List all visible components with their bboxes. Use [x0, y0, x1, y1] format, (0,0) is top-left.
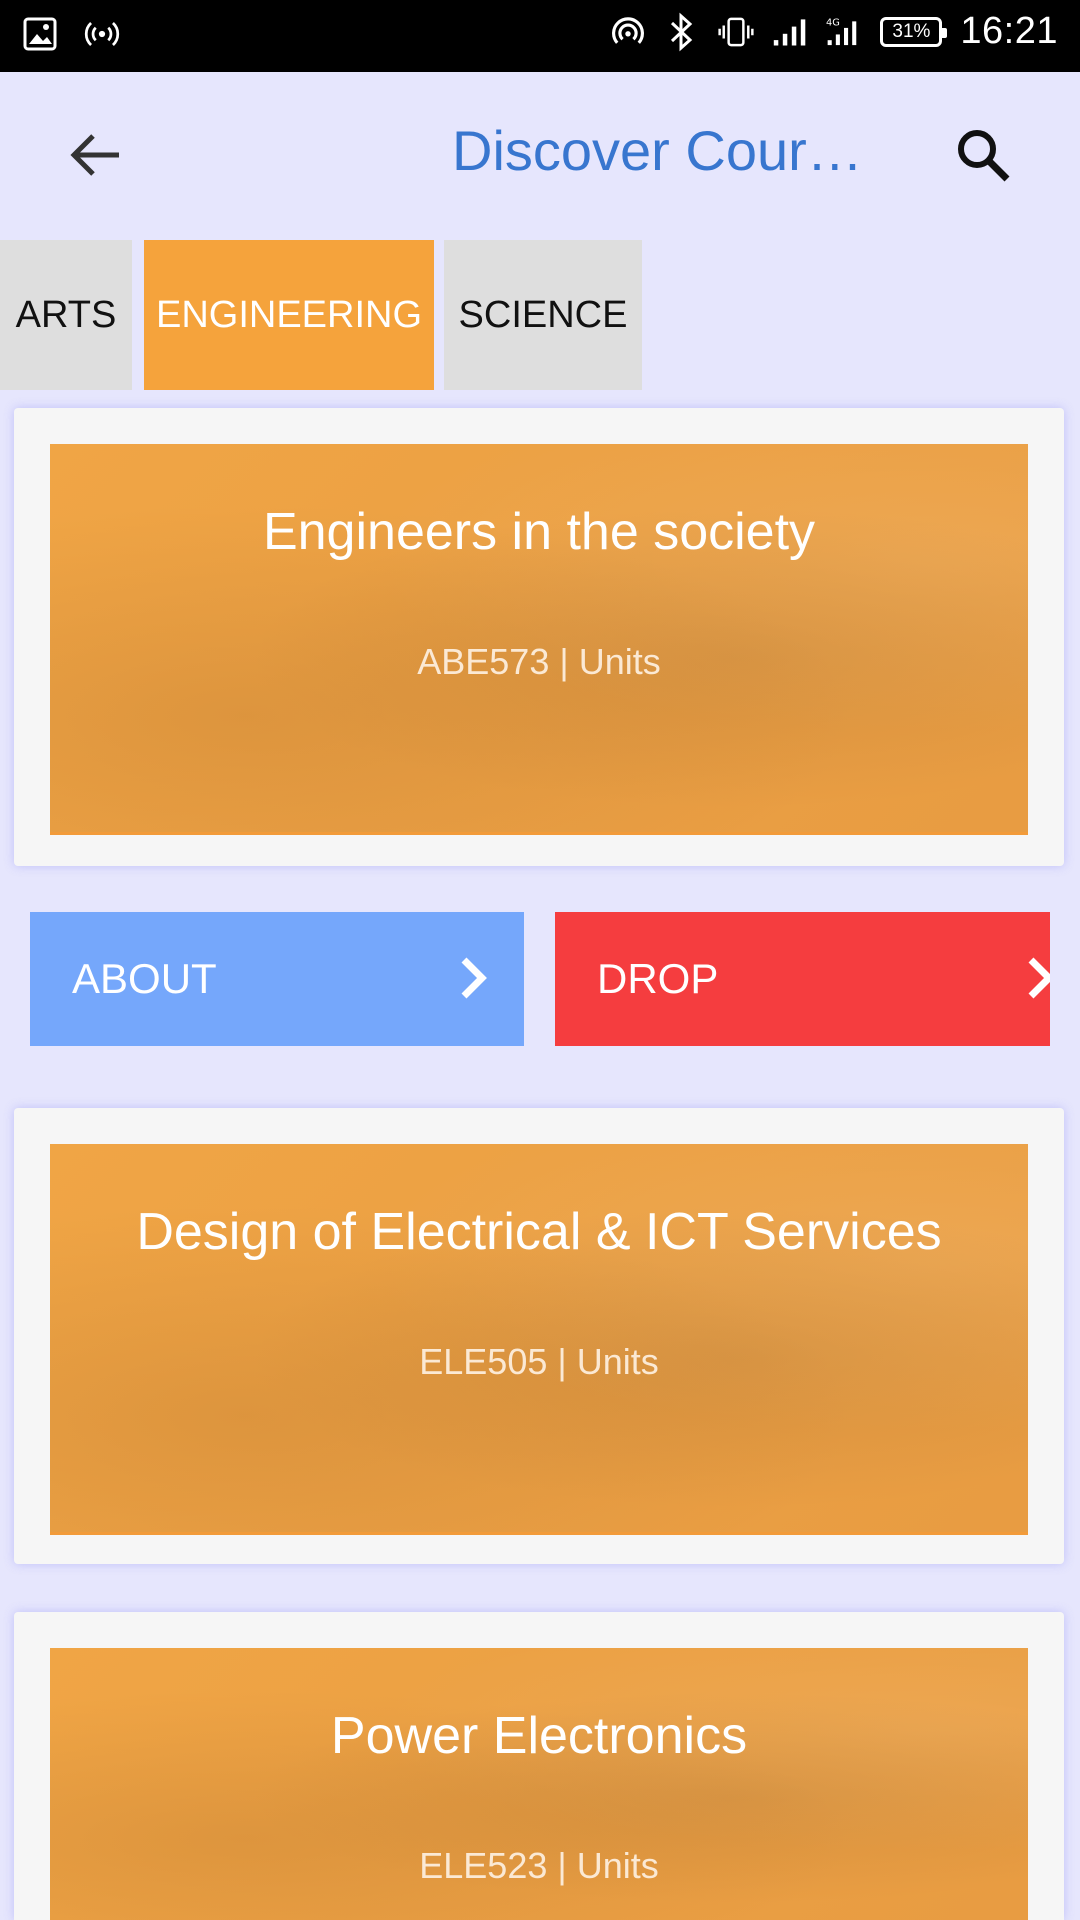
- tab-arts[interactable]: ARTS: [0, 240, 132, 390]
- course-title: Power Electronics: [330, 1707, 748, 1765]
- course-title: Design of Electrical & ICT Services: [136, 1203, 942, 1261]
- course-code-units: ABE573 | Units: [417, 641, 661, 682]
- app-bar: Discover Cour…: [0, 72, 1080, 240]
- course-banner: Engineers in the society ABE573 | Units: [50, 444, 1028, 835]
- tab-label: ENGINEERING: [155, 293, 423, 336]
- course-card[interactable]: Design of Electrical & ICT Services ELE5…: [14, 1108, 1064, 1564]
- battery-level: 31%: [892, 20, 931, 42]
- status-bar: 4G 31% 16:21: [0, 0, 1080, 72]
- drop-label: DROP: [597, 955, 719, 1002]
- course-code-units: ELE505 | Units: [419, 1341, 659, 1382]
- nfc-icon: [610, 12, 646, 52]
- hotspot-icon: [84, 14, 120, 54]
- search-button[interactable]: [948, 122, 1018, 192]
- chevron-right-icon: [1025, 954, 1054, 1012]
- svg-text:4G: 4G: [826, 17, 840, 28]
- signal-4g-icon: 4G: [826, 12, 862, 52]
- back-button[interactable]: [60, 122, 130, 192]
- course-banner: Power Electronics ELE523 | Units: [50, 1648, 1028, 1920]
- battery-icon: 31%: [880, 16, 948, 47]
- drop-button[interactable]: DROP: [555, 912, 1054, 1046]
- clock: 16:21: [960, 10, 1058, 52]
- chevron-right-icon: [458, 954, 490, 1012]
- tab-label: ARTS: [15, 293, 117, 336]
- page-title: Discover Cour…: [452, 119, 863, 182]
- course-title: Engineers in the society: [262, 503, 816, 561]
- course-code-units: ELE523 | Units: [419, 1845, 659, 1886]
- image-icon: [22, 14, 58, 54]
- course-banner: Design of Electrical & ICT Services ELE5…: [50, 1144, 1028, 1535]
- about-button[interactable]: ABOUT: [30, 912, 524, 1046]
- arrow-back-icon: [67, 131, 123, 184]
- signal-icon: [772, 12, 808, 52]
- tab-science[interactable]: SCIENCE: [444, 240, 642, 390]
- course-card[interactable]: Engineers in the society ABE573 | Units: [14, 408, 1064, 866]
- tab-engineering[interactable]: ENGINEERING: [144, 240, 434, 390]
- vibrate-icon: [718, 12, 754, 52]
- tab-label: SCIENCE: [458, 293, 628, 336]
- about-label: ABOUT: [72, 955, 217, 1002]
- bluetooth-icon: [664, 12, 700, 52]
- search-icon: [953, 125, 1013, 190]
- course-card[interactable]: Power Electronics ELE523 | Units: [14, 1612, 1064, 1920]
